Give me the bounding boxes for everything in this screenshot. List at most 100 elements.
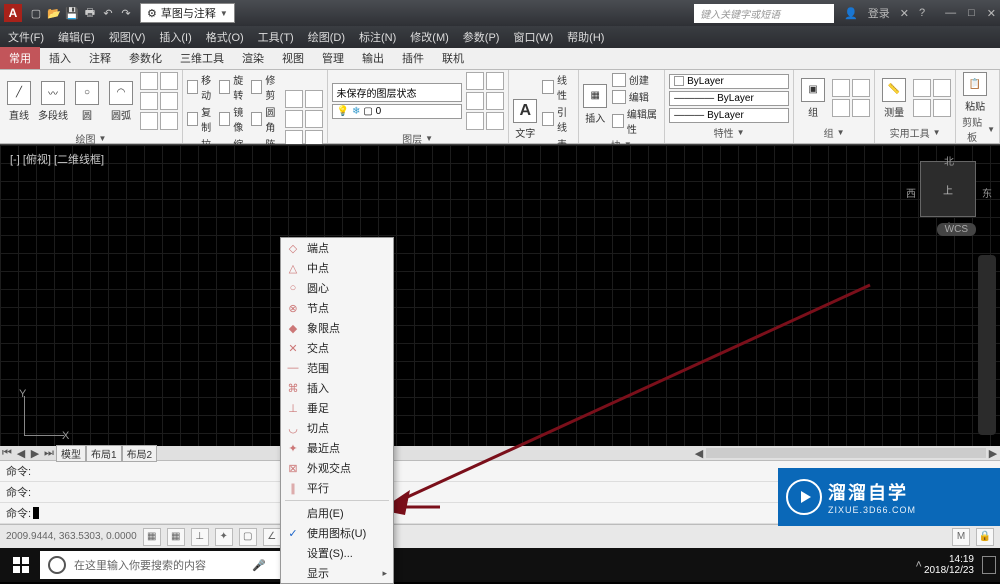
help-search-input[interactable]: 键入关键字或短语 bbox=[694, 4, 834, 23]
view-cube[interactable]: 上 bbox=[920, 161, 976, 217]
model-tab[interactable]: 模型 bbox=[56, 445, 86, 462]
insert-block-button[interactable]: ▦插入 bbox=[583, 84, 608, 125]
h-scrollbar[interactable] bbox=[706, 448, 986, 458]
color-dropdown[interactable]: ByLayer bbox=[669, 74, 789, 89]
menu-modify[interactable]: 修改(M) bbox=[410, 29, 449, 45]
app-logo-icon[interactable]: A bbox=[4, 4, 22, 22]
create-block-button[interactable]: 创建 bbox=[612, 72, 660, 87]
polyline-button[interactable]: 〰多段线 bbox=[38, 81, 68, 122]
snap-insertion[interactable]: ⌘插入 bbox=[281, 378, 393, 398]
tab-first-icon[interactable]: ⏮ bbox=[0, 447, 14, 460]
snap-center[interactable]: ○圆心 bbox=[281, 278, 393, 298]
lineweight-dropdown[interactable]: ———— ByLayer bbox=[669, 91, 789, 106]
redo-icon[interactable]: ↷ bbox=[118, 5, 134, 21]
measure-button[interactable]: 📏测量 bbox=[879, 78, 909, 119]
tray-up-icon[interactable]: ˄ bbox=[916, 559, 922, 571]
snap-tangent[interactable]: ◡切点 bbox=[281, 418, 393, 438]
tab-parametric[interactable]: 参数化 bbox=[120, 47, 171, 69]
linear-dim-button[interactable]: 线性 bbox=[542, 72, 573, 102]
sb-ortho[interactable]: ⊥ bbox=[191, 528, 209, 546]
wcs-label[interactable]: WCS bbox=[937, 223, 976, 236]
snap-use-icons[interactable]: ✓使用图标(U) bbox=[281, 523, 393, 543]
close-icon[interactable]: ✕ bbox=[987, 7, 996, 20]
panel-group-label[interactable]: 组▼ bbox=[798, 124, 870, 141]
edit-attr-button[interactable]: 编辑属性 bbox=[612, 106, 660, 136]
panel-clip-label[interactable]: 剪贴板▼ bbox=[960, 113, 995, 145]
layout1-tab[interactable]: 布局1 bbox=[86, 445, 122, 462]
snap-extension[interactable]: —范围 bbox=[281, 358, 393, 378]
menu-file[interactable]: 文件(F) bbox=[8, 29, 44, 45]
draw-more[interactable] bbox=[140, 72, 178, 130]
scroll-right-icon[interactable]: ▶ bbox=[986, 447, 1000, 460]
help-icon[interactable]: ? bbox=[919, 7, 925, 19]
snap-node[interactable]: ⊗节点 bbox=[281, 298, 393, 318]
snap-enable[interactable]: 启用(E) bbox=[281, 503, 393, 523]
snap-settings[interactable]: 设置(S)... bbox=[281, 543, 393, 563]
tab-render[interactable]: 渲染 bbox=[233, 47, 273, 69]
minimize-icon[interactable]: — bbox=[945, 7, 956, 20]
new-icon[interactable]: ▢ bbox=[28, 5, 44, 21]
scroll-left-icon[interactable]: ◀ bbox=[692, 447, 706, 460]
line-button[interactable]: ╱直线 bbox=[4, 81, 34, 122]
sb-model[interactable]: M bbox=[952, 528, 970, 546]
tab-3dtools[interactable]: 三维工具 bbox=[171, 47, 233, 69]
snap-perpendicular[interactable]: ⊥垂足 bbox=[281, 398, 393, 418]
copy-button[interactable]: 复制 镜像 圆角 bbox=[187, 104, 281, 134]
menu-tools[interactable]: 工具(T) bbox=[258, 29, 294, 45]
tab-insert[interactable]: 插入 bbox=[40, 47, 80, 69]
print-icon[interactable]: 🖶 bbox=[82, 5, 98, 21]
menu-help[interactable]: 帮助(H) bbox=[567, 29, 604, 45]
layer-dropdown[interactable]: 💡❄▢ 0 bbox=[332, 104, 462, 119]
menu-draw[interactable]: 绘图(D) bbox=[308, 29, 345, 45]
menu-dimension[interactable]: 标注(N) bbox=[359, 29, 396, 45]
tab-home[interactable]: 常用 bbox=[0, 47, 40, 69]
open-icon[interactable]: 📂 bbox=[46, 5, 62, 21]
menu-insert[interactable]: 插入(I) bbox=[159, 29, 191, 45]
signin-label[interactable]: 登录 bbox=[868, 5, 890, 21]
taskbar-clock[interactable]: 14:19 2018/12/23 bbox=[924, 554, 974, 576]
modify-more[interactable] bbox=[285, 90, 323, 148]
tray-notification-icon[interactable] bbox=[982, 556, 996, 574]
tab-plugins[interactable]: 插件 bbox=[393, 47, 433, 69]
snap-intersection[interactable]: ✕交点 bbox=[281, 338, 393, 358]
sb-polar[interactable]: ✦ bbox=[215, 528, 233, 546]
circle-button[interactable]: ○圆 bbox=[72, 81, 102, 122]
start-button[interactable] bbox=[4, 550, 38, 580]
tab-next-icon[interactable]: ▶ bbox=[28, 447, 42, 460]
workspace-dropdown[interactable]: ⚙ 草图与注释 ▼ bbox=[140, 3, 235, 23]
tab-output[interactable]: 输出 bbox=[353, 47, 393, 69]
tab-online[interactable]: 联机 bbox=[433, 47, 473, 69]
snap-apparent[interactable]: ⊠外观交点 bbox=[281, 458, 393, 478]
snap-quadrant[interactable]: ◆象限点 bbox=[281, 318, 393, 338]
navigation-bar[interactable] bbox=[978, 255, 996, 435]
snap-display[interactable]: 显示 bbox=[281, 563, 393, 583]
mic-icon[interactable]: 🎤 bbox=[252, 559, 272, 572]
snap-nearest[interactable]: ✦最近点 bbox=[281, 438, 393, 458]
tab-manage[interactable]: 管理 bbox=[313, 47, 353, 69]
menu-window[interactable]: 窗口(W) bbox=[513, 29, 553, 45]
menu-param[interactable]: 参数(P) bbox=[463, 29, 500, 45]
sb-osnap[interactable]: ▢ bbox=[239, 528, 257, 546]
taskbar-search[interactable]: 在这里输入你要搜索的内容 🎤 bbox=[40, 551, 280, 579]
tab-annotate[interactable]: 注释 bbox=[80, 47, 120, 69]
move-button[interactable]: 移动 旋转 修剪 bbox=[187, 72, 281, 102]
sb-grid[interactable]: ▦ bbox=[167, 528, 185, 546]
menu-format[interactable]: 格式(O) bbox=[206, 29, 244, 45]
drawing-area[interactable]: [-] [俯视] [二维线框] 上 北 东 南 西 WCS Y X ⏮ ◀ ▶ … bbox=[0, 144, 1000, 460]
signin-icon[interactable]: 👤 bbox=[844, 7, 858, 20]
text-button[interactable]: A文字 bbox=[513, 99, 539, 140]
edit-block-button[interactable]: 编辑 bbox=[612, 89, 660, 104]
snap-parallel[interactable]: ∥平行 bbox=[281, 478, 393, 498]
snap-midpoint[interactable]: △中点 bbox=[281, 258, 393, 278]
sb-ann[interactable]: 🔒 bbox=[976, 528, 994, 546]
save-icon[interactable]: 💾 bbox=[64, 5, 80, 21]
layer-state-dropdown[interactable]: 未保存的图层状态 bbox=[332, 83, 462, 102]
panel-prop-label[interactable]: 特性▼ bbox=[669, 124, 789, 141]
linetype-dropdown[interactable]: ——— ByLayer bbox=[669, 108, 789, 123]
snap-endpoint[interactable]: ◇端点 bbox=[281, 238, 393, 258]
sb-snap[interactable]: ▦ bbox=[143, 528, 161, 546]
panel-util-label[interactable]: 实用工具▼ bbox=[879, 124, 951, 141]
viewport-label[interactable]: [-] [俯视] [二维线框] bbox=[10, 151, 104, 167]
layout2-tab[interactable]: 布局2 bbox=[122, 445, 158, 462]
leader-button[interactable]: 引线 bbox=[542, 104, 573, 134]
